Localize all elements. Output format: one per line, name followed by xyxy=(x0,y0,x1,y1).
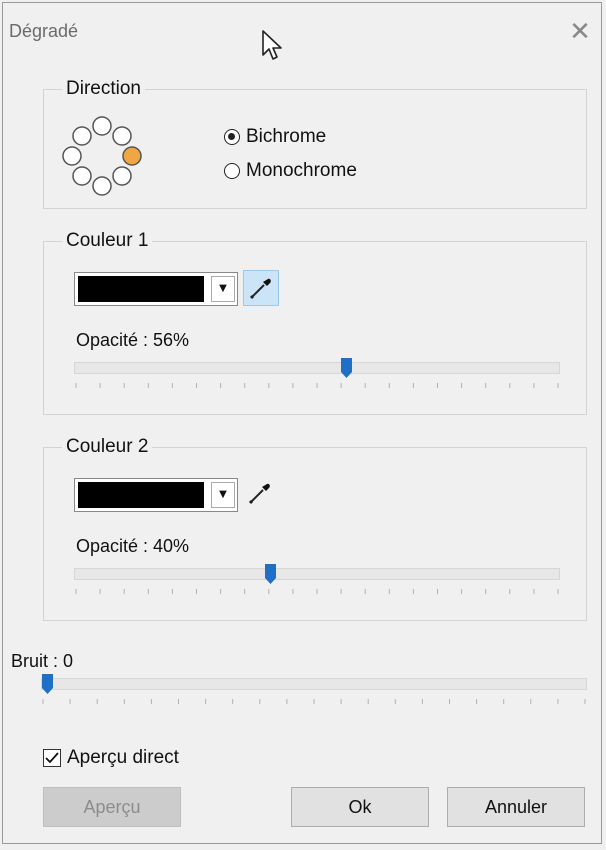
chevron-down-icon[interactable]: ▼ xyxy=(211,482,235,508)
color1-opacity-label: Opacité : 56% xyxy=(76,330,190,350)
gradient-dialog: Dégradé ✕ Direction Bichrome Monochrome … xyxy=(2,2,602,844)
direction-circle-sw[interactable] xyxy=(72,166,92,186)
noise-ticks xyxy=(42,699,586,704)
color2-opacity-slider[interactable] xyxy=(74,564,560,584)
eyedropper-icon xyxy=(248,483,270,505)
preview-button[interactable]: Aperçu xyxy=(43,787,181,827)
cancel-button[interactable]: Annuler xyxy=(447,787,585,827)
direction-circle-ne[interactable] xyxy=(112,126,132,146)
chevron-down-icon[interactable]: ▼ xyxy=(211,276,235,302)
direction-circle-e[interactable] xyxy=(122,146,142,166)
direction-circle-n[interactable] xyxy=(92,116,112,136)
color2-swatch xyxy=(78,482,204,508)
color1-group: Couleur 1 ▼ Opacité : 56% xyxy=(43,230,587,415)
live-preview-checkbox[interactable] xyxy=(43,749,61,767)
direction-circle-se[interactable] xyxy=(112,166,132,186)
radio-bichrome-label: Bichrome xyxy=(246,126,327,147)
mouse-cursor-icon xyxy=(262,30,282,60)
direction-title: Direction xyxy=(62,78,145,100)
color1-swatch xyxy=(78,276,204,302)
direction-circle-s[interactable] xyxy=(92,176,112,196)
color2-opacity-label: Opacité : 40% xyxy=(76,536,190,556)
direction-circles xyxy=(62,116,142,196)
radio-monochrome[interactable]: Monochrome xyxy=(224,160,357,182)
noise-label: Bruit : 0 xyxy=(11,651,74,671)
eyedropper-icon xyxy=(249,278,271,300)
live-preview-checkbox-row[interactable]: Aperçu direct xyxy=(43,747,179,769)
color1-opacity-ticks xyxy=(75,383,559,388)
color1-opacity-thumb[interactable] xyxy=(341,358,352,378)
direction-circle-nw[interactable] xyxy=(72,126,92,146)
checkmark-icon xyxy=(45,752,59,764)
close-icon[interactable]: ✕ xyxy=(565,17,595,47)
direction-group: Direction Bichrome Monochrome xyxy=(43,78,587,209)
color2-opacity-thumb[interactable] xyxy=(265,564,276,584)
color2-dropdown[interactable]: ▼ xyxy=(74,478,238,512)
noise-thumb[interactable] xyxy=(42,674,53,694)
title-bar: Dégradé ✕ xyxy=(3,3,601,59)
radio-monochrome-indicator[interactable] xyxy=(224,163,240,179)
color1-opacity-slider[interactable] xyxy=(74,358,560,378)
color2-eyedropper-button[interactable] xyxy=(243,476,279,512)
live-preview-label: Aperçu direct xyxy=(67,747,179,768)
radio-bichrome[interactable]: Bichrome xyxy=(224,126,326,148)
ok-button[interactable]: Ok xyxy=(291,787,429,827)
noise-slider[interactable] xyxy=(41,674,587,694)
dialog-title: Dégradé xyxy=(9,21,79,41)
color1-dropdown[interactable]: ▼ xyxy=(74,272,238,306)
color2-group: Couleur 2 ▼ Opacité : 40% xyxy=(43,436,587,621)
radio-bichrome-indicator[interactable] xyxy=(224,129,240,145)
color1-eyedropper-button[interactable] xyxy=(243,270,279,306)
color1-title: Couleur 1 xyxy=(62,230,153,252)
direction-circle-w[interactable] xyxy=(62,146,82,166)
color2-opacity-ticks xyxy=(75,589,559,594)
radio-monochrome-label: Monochrome xyxy=(246,160,357,181)
color2-title: Couleur 2 xyxy=(62,436,153,458)
